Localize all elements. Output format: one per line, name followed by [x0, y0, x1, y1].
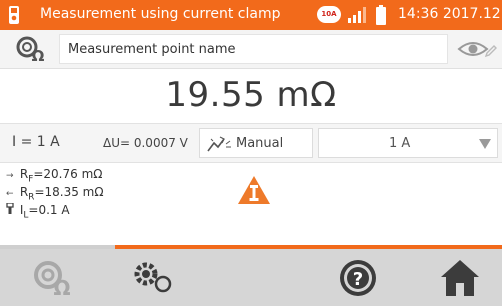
signal-strength-icon	[348, 7, 366, 23]
meter-logo-icon	[9, 6, 19, 24]
parameter-row: I = 1 A ΔU= 0.0007 V Manual 1 A	[0, 123, 502, 163]
reverse-resistance-line: ← RR=18.35 mΩ	[6, 185, 104, 202]
clamp-icon	[6, 202, 16, 217]
svg-text:?: ?	[353, 269, 363, 290]
measurement-point-name-field[interactable]: Measurement point name	[59, 34, 497, 64]
reverse-arrow-icon: ←	[6, 189, 14, 199]
bottom-toolbar: Ω ?	[0, 249, 502, 306]
current-range-dropdown[interactable]: 1 A	[318, 128, 498, 158]
forward-resistance-line: → RF=20.76 mΩ	[6, 167, 102, 184]
mode-label: Manual	[236, 136, 284, 151]
chevron-down-icon	[479, 139, 491, 149]
detail-results-panel: → RF=20.76 mΩ ← RR =18.35 mΩ IL=0.1 A	[0, 163, 502, 245]
battery-icon	[376, 5, 386, 25]
svg-text:Ω: Ω	[53, 276, 70, 299]
mode-button[interactable]: Manual	[199, 128, 313, 158]
forward-arrow-icon: →	[6, 171, 14, 181]
main-result-value: 19.55 mΩ	[165, 75, 337, 115]
gears-icon[interactable]	[132, 257, 176, 299]
eye-icon[interactable]	[457, 40, 489, 58]
home-icon[interactable]	[438, 257, 482, 299]
help-icon[interactable]: ?	[336, 257, 380, 299]
ohm-probe-icon[interactable]: Ω	[14, 34, 48, 64]
clock: 14:36 2017.12.14	[398, 6, 502, 22]
status-bar: Measurement using current clamp 10A 14:3…	[0, 0, 502, 30]
manual-mode-icon	[207, 136, 231, 152]
test-current-value: I = 1 A	[12, 134, 60, 150]
date-text: 2017.12.14	[442, 6, 502, 22]
ohm-probe-icon[interactable]: Ω	[31, 257, 75, 299]
measurement-point-row: Ω Measurement point name	[0, 30, 502, 69]
measurement-point-name-placeholder: Measurement point name	[68, 42, 236, 57]
clamp-indicator-badge: 10A	[317, 6, 341, 23]
leakage-current-line: IL=0.1 A	[6, 202, 70, 220]
main-result-panel: 19.55 mΩ	[0, 69, 502, 123]
warning-icon	[238, 176, 270, 204]
time-text: 14:36	[398, 6, 439, 22]
current-range-value: 1 A	[389, 136, 411, 151]
rr-value: =18.35 mΩ	[34, 185, 104, 199]
rf-value: =20.76 mΩ	[33, 167, 103, 181]
screen-title: Measurement using current clamp	[40, 6, 281, 22]
svg-text:Ω: Ω	[32, 47, 45, 64]
voltage-drop-value: ΔU= 0.0007 V	[103, 136, 188, 150]
rf-label: R	[19, 167, 29, 181]
rr-label: R	[19, 185, 29, 199]
il-value: =0.1 A	[28, 203, 70, 217]
